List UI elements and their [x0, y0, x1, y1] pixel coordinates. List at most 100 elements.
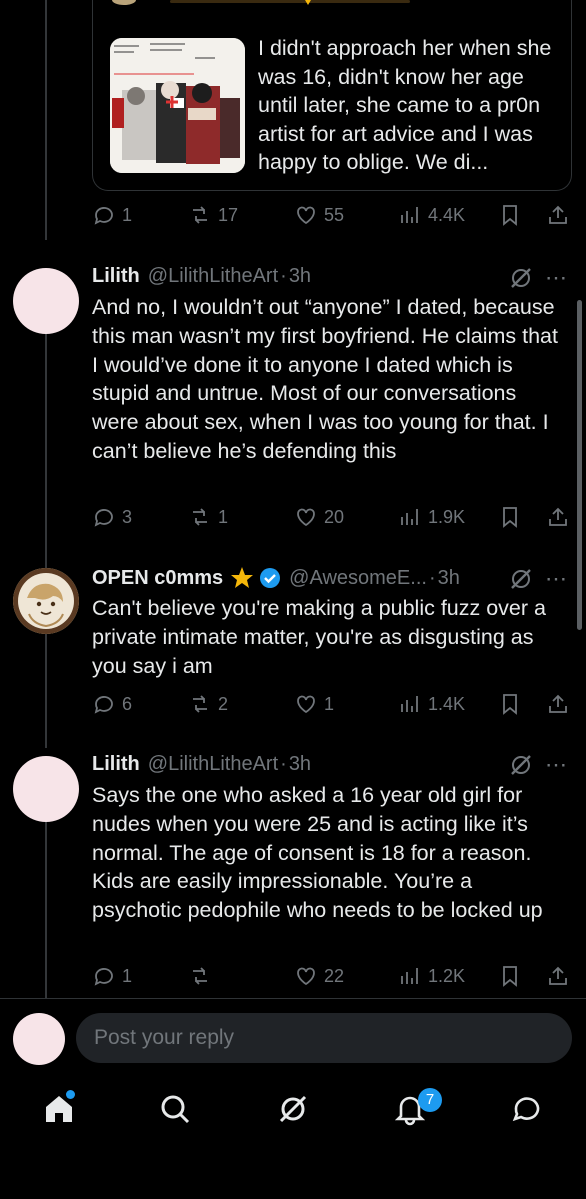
display-name[interactable]: Lilith [92, 753, 140, 776]
more-icon[interactable]: ⋯ [545, 568, 571, 595]
tweet-text: Says the one who asked a 16 year old gir… [92, 783, 543, 923]
like-button[interactable]: 1 [294, 689, 334, 719]
views-count: 1.2K [428, 965, 466, 986]
repost-icon [193, 508, 207, 526]
share-icon [549, 966, 567, 985]
quote-action-bar: 1 17 55 4.4K [92, 200, 572, 230]
reply-button[interactable]: 3 [92, 502, 132, 532]
handle[interactable]: @LilithLitheArt [148, 265, 278, 288]
views-count: 1.4K [428, 693, 466, 714]
views-icon [401, 696, 418, 712]
repost-button[interactable] [188, 961, 218, 991]
views-icon [401, 509, 418, 525]
views-count: 4.4K [428, 204, 466, 225]
like-button[interactable]: 22 [294, 961, 344, 991]
share-button[interactable] [546, 689, 570, 719]
like-button[interactable]: 55 [294, 200, 344, 230]
timestamp[interactable]: 3h [438, 567, 460, 590]
bookmark-icon [503, 966, 517, 987]
avatar[interactable] [13, 268, 79, 334]
tweet-header: OPEN c0mms @AwesomeE... · 3h [92, 564, 460, 592]
scrollbar[interactable] [577, 300, 582, 630]
handle[interactable]: @LilithLitheArt [148, 753, 278, 776]
more-icon[interactable]: ⋯ [545, 267, 571, 294]
notification-badge: 7 [418, 1088, 442, 1112]
reply-icon [94, 696, 113, 714]
views-button[interactable]: 1.2K [398, 961, 465, 991]
repost-count: 1 [218, 506, 229, 527]
display-name[interactable]: OPEN c0mms [92, 567, 223, 590]
reply-count: 1 [122, 204, 133, 225]
views-button[interactable]: 4.4K [398, 200, 465, 230]
like-count: 20 [324, 506, 345, 527]
tweet-text: And no, I wouldn’t out “anyone” I dated,… [92, 295, 558, 463]
reply-count: 3 [122, 506, 133, 527]
bookmark-button[interactable] [498, 502, 522, 532]
views-button[interactable]: 1.9K [398, 502, 465, 532]
reply-icon [94, 509, 113, 527]
display-name[interactable]: Lilith [92, 265, 140, 288]
grok-icon[interactable] [508, 752, 534, 778]
views-icon [401, 207, 418, 223]
thread-line-lower [45, 618, 47, 748]
reply-icon [94, 207, 113, 225]
avatar[interactable] [13, 756, 79, 822]
share-button[interactable] [546, 502, 570, 532]
thread-line-middle [45, 318, 47, 568]
views-count: 1.9K [428, 506, 466, 527]
bookmark-button[interactable] [498, 961, 522, 991]
nav-grok[interactable] [276, 1092, 312, 1128]
heart-icon [297, 508, 315, 527]
reply-input[interactable]: Post your reply [76, 1013, 572, 1063]
bookmark-icon [503, 205, 517, 226]
repost-button[interactable]: 2 [188, 689, 228, 719]
tweet-action-bar: 6 2 1 1.4K [92, 689, 572, 719]
share-button[interactable] [546, 200, 570, 230]
tweet-header: Lilith @LilithLitheArt · 3h [92, 262, 311, 290]
timestamp[interactable]: 3h [289, 753, 311, 776]
quoted-tweet-image[interactable] [110, 38, 245, 173]
tweet-text: Can't believe you're making a public fuz… [92, 596, 546, 678]
grok-icon[interactable] [508, 265, 534, 291]
reply-count: 6 [122, 693, 133, 714]
home-unread-dot [66, 1090, 75, 1099]
like-button[interactable]: 20 [294, 502, 344, 532]
bottom-nav [0, 1080, 586, 1140]
repost-icon [193, 695, 207, 713]
reply-icon [94, 968, 113, 986]
nav-messages[interactable] [510, 1092, 546, 1128]
separator: · [428, 566, 436, 589]
verified-badge-icon[interactable] [259, 567, 281, 589]
star-emoji-icon [231, 567, 254, 588]
share-button[interactable] [546, 961, 570, 991]
thread-line-top [45, 0, 47, 240]
divider [0, 998, 586, 999]
tweet-action-bar: 3 1 20 1.9K [92, 502, 572, 532]
timestamp[interactable]: 3h [289, 265, 311, 288]
reply-count: 1 [122, 965, 133, 986]
reply-button[interactable]: 1 [92, 200, 132, 230]
reply-button[interactable]: 1 [92, 961, 132, 991]
nav-search[interactable] [158, 1092, 194, 1128]
repost-button[interactable]: 1 [188, 502, 228, 532]
heart-icon [297, 695, 315, 714]
grok-icon[interactable] [508, 566, 534, 592]
repost-icon [193, 967, 207, 985]
bookmark-button[interactable] [498, 200, 522, 230]
heart-icon [297, 206, 315, 225]
message-icon [512, 1097, 540, 1122]
repost-count: 17 [218, 204, 239, 225]
search-icon [161, 1095, 190, 1124]
views-button[interactable]: 1.4K [398, 689, 465, 719]
tweet-action-bar: 1 22 1.2K [92, 961, 572, 991]
like-count: 1 [324, 693, 335, 714]
repost-button[interactable]: 17 [188, 200, 238, 230]
share-icon [549, 507, 567, 526]
reply-button[interactable]: 6 [92, 689, 132, 719]
quoted-tweet-header-fragment [112, 0, 410, 5]
separator: · [280, 264, 287, 287]
bookmark-button[interactable] [498, 689, 522, 719]
avatar[interactable] [13, 568, 79, 634]
more-icon[interactable]: ⋯ [545, 754, 571, 781]
handle[interactable]: @AwesomeE... [289, 567, 427, 590]
